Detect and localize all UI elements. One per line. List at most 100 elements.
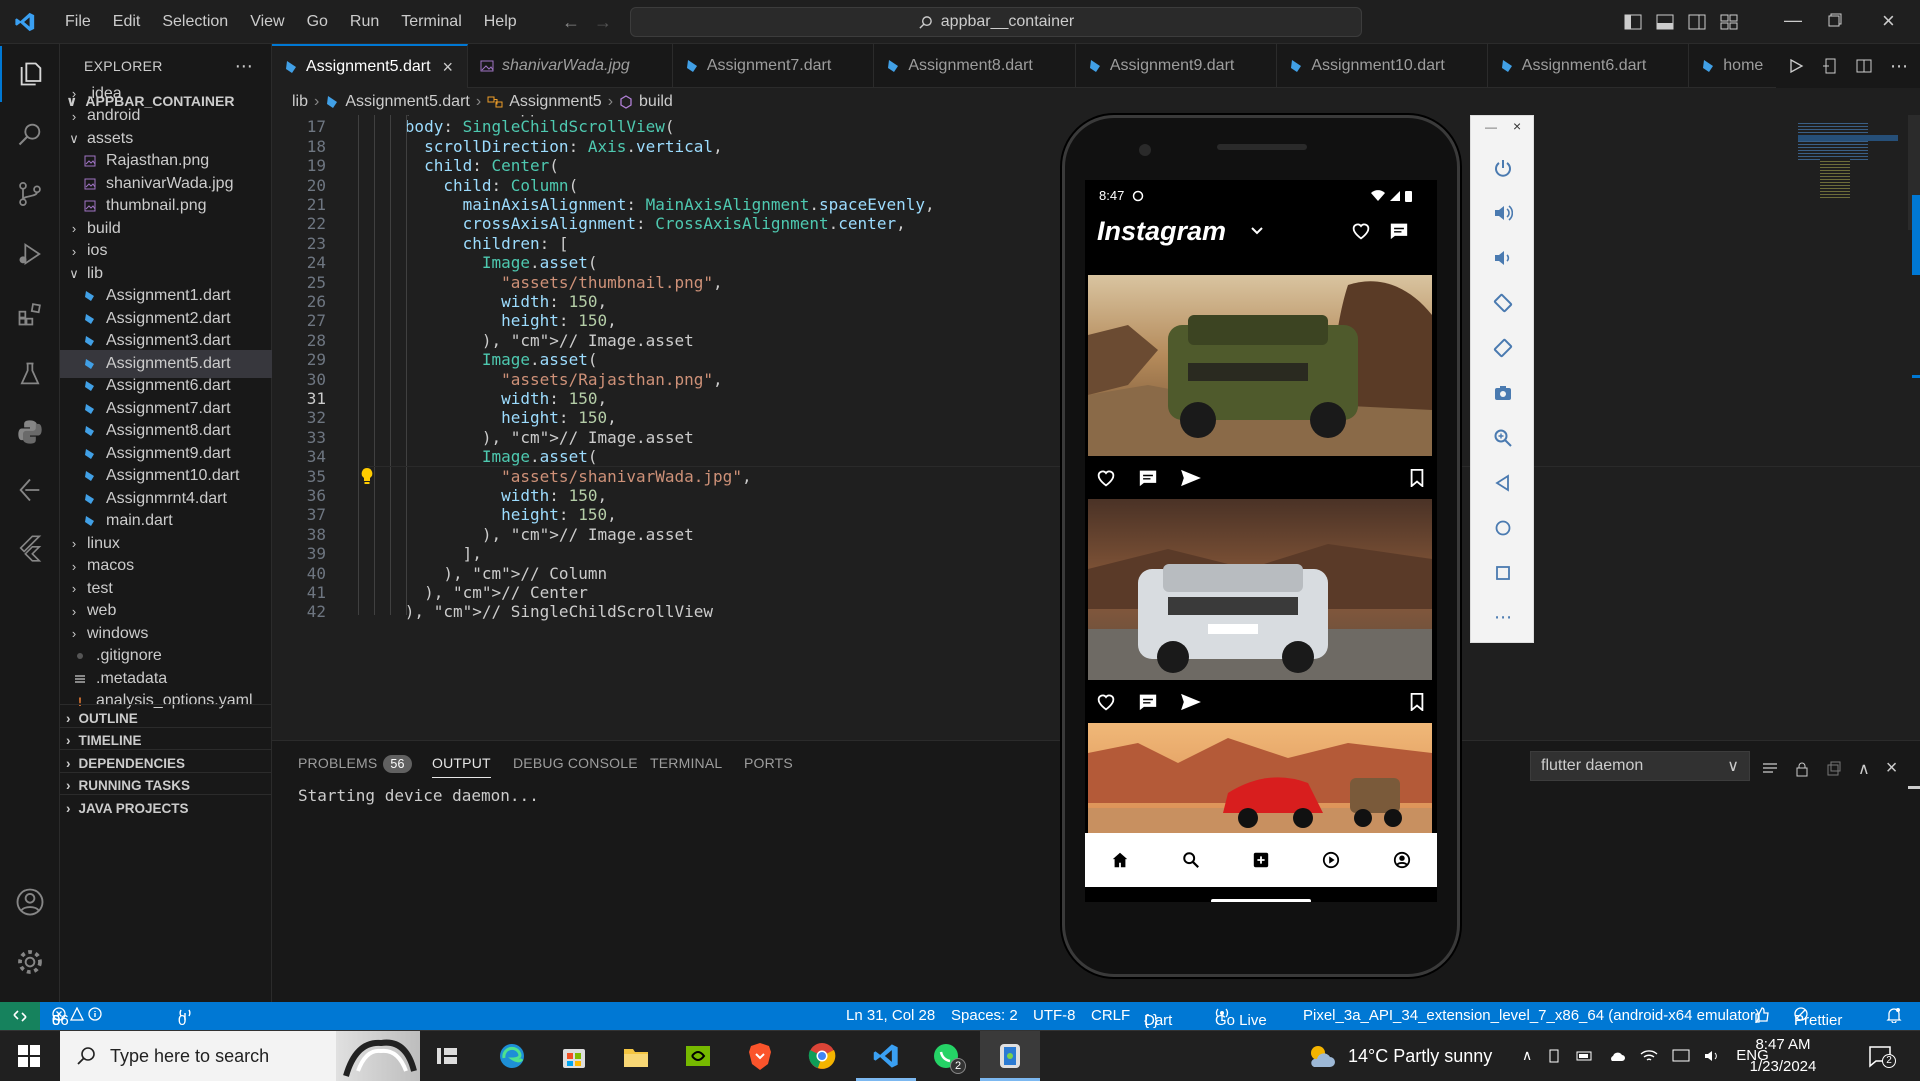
- menu-terminal[interactable]: Terminal: [390, 13, 472, 31]
- editor-tab[interactable]: Assignment7.dart: [673, 44, 875, 88]
- phone-screen[interactable]: 8:47 Instagram: [1085, 180, 1437, 902]
- breadcrumb-item-lib[interactable]: lib: [292, 93, 308, 111]
- zoom-icon[interactable]: [1471, 415, 1535, 460]
- camera-icon[interactable]: [1471, 370, 1535, 415]
- edge-browser-icon[interactable]: [498, 1042, 526, 1070]
- command-center-search[interactable]: appbar__container: [630, 7, 1362, 37]
- microsoft-store-icon[interactable]: [560, 1042, 588, 1070]
- remote-explorer-icon[interactable]: [0, 462, 60, 518]
- breadcrumb-item-file[interactable]: Assignment5.dart: [345, 93, 470, 111]
- clear-output-icon[interactable]: [1762, 761, 1778, 777]
- bookmark-icon[interactable]: [1410, 469, 1424, 487]
- code-line[interactable]: "assets/Rajasthan.png",: [347, 370, 723, 389]
- breadcrumb-item-method[interactable]: build: [639, 93, 673, 111]
- code-line[interactable]: width: 150,: [347, 389, 607, 408]
- close-window-icon[interactable]: ×: [1882, 8, 1895, 34]
- lightbulb-icon[interactable]: [360, 467, 374, 485]
- tray-chevron-up-icon[interactable]: ∧: [1522, 1047, 1532, 1064]
- profile-icon[interactable]: [1393, 851, 1411, 869]
- menu-file[interactable]: File: [54, 13, 102, 31]
- share-send-icon[interactable]: [1180, 693, 1202, 711]
- search-icon[interactable]: [1182, 851, 1200, 869]
- dropdown-arrow-icon[interactable]: [1249, 224, 1265, 238]
- section-header[interactable]: › JAVA PROJECTS: [60, 794, 272, 821]
- file-explorer-icon[interactable]: [622, 1042, 650, 1070]
- code-line[interactable]: ), "cm">// Image.asset: [347, 331, 694, 350]
- run-debug-icon[interactable]: [0, 226, 60, 282]
- tab-terminal[interactable]: TERMINAL: [650, 755, 722, 771]
- source-control-icon[interactable]: [0, 166, 60, 222]
- code-line[interactable]: ), "cm">// Center: [347, 583, 588, 602]
- code-line[interactable]: width: 150,: [347, 486, 607, 505]
- output-channel-select[interactable]: flutter daemon ∨: [1530, 751, 1750, 781]
- editor-tab[interactable]: Assignment8.dart: [874, 44, 1076, 88]
- thumbs-up-icon[interactable]: [1754, 1007, 1770, 1023]
- editor-tab[interactable]: Assignment10.dart: [1277, 44, 1488, 88]
- vscode-taskbar-button[interactable]: [856, 1031, 916, 1081]
- menu-help[interactable]: Help: [473, 13, 528, 31]
- prettier-status[interactable]: Prettier: [1794, 1007, 1842, 1029]
- chrome-browser-icon[interactable]: [808, 1042, 836, 1070]
- back-triangle-icon[interactable]: [1471, 460, 1535, 505]
- message-icon[interactable]: [1389, 222, 1409, 240]
- share-send-icon[interactable]: [1180, 469, 1202, 487]
- add-post-icon[interactable]: [1252, 851, 1270, 869]
- code-line[interactable]: child: Column(: [347, 176, 578, 195]
- problems-indicator[interactable]: 0 0 56: [52, 1007, 102, 1029]
- tray-volume-icon[interactable]: [1704, 1048, 1722, 1064]
- post-image-suv-coast[interactable]: [1088, 275, 1432, 456]
- editor-tab[interactable]: Assignment9.dart: [1076, 44, 1278, 88]
- emulator-close-icon[interactable]: ×: [1513, 118, 1521, 134]
- close-panel-icon[interactable]: ×: [1886, 757, 1898, 780]
- rotate-left-icon[interactable]: [1471, 280, 1535, 325]
- account-icon[interactable]: [0, 874, 60, 930]
- code-line[interactable]: ), "cm">// Column: [347, 564, 607, 583]
- whatsapp-icon[interactable]: 2: [932, 1042, 966, 1074]
- more-actions-icon[interactable]: ⋯: [235, 56, 253, 77]
- clock[interactable]: 8:47 AM 1/23/2024: [1738, 1034, 1828, 1078]
- tab-debug-console[interactable]: DEBUG CONSOLE: [513, 755, 638, 771]
- code-line[interactable]: scrollDirection: Axis.vertical,: [347, 137, 723, 156]
- menu-edit[interactable]: Edit: [102, 13, 152, 31]
- maximize-panel-icon[interactable]: ∧: [1858, 759, 1870, 779]
- menu-view[interactable]: View: [239, 13, 295, 31]
- code-line[interactable]: crossAxisAlignment: CrossAxisAlignment.c…: [347, 214, 906, 233]
- flutter-icon[interactable]: [0, 520, 60, 576]
- code-line[interactable]: Image.asset(: [347, 350, 598, 369]
- toggle-sidebar-icon[interactable]: [1624, 13, 1642, 31]
- ports-indicator[interactable]: 0: [178, 1007, 192, 1029]
- editor-tab[interactable]: shanivarWada.jpg: [468, 44, 673, 88]
- code-line[interactable]: Image.asset(: [347, 447, 598, 466]
- tray-wifi-icon[interactable]: [1640, 1048, 1658, 1064]
- end-of-line[interactable]: CRLF: [1091, 1007, 1130, 1024]
- nvidia-icon[interactable]: [684, 1042, 712, 1070]
- notifications-bell-icon[interactable]: [1886, 1007, 1902, 1023]
- indentation[interactable]: Spaces: 2: [951, 1007, 1018, 1024]
- extensions-icon[interactable]: [0, 286, 60, 342]
- testing-flask-icon[interactable]: [0, 346, 60, 402]
- tray-cloud-icon[interactable]: [1608, 1048, 1626, 1064]
- split-editor-icon[interactable]: [1856, 58, 1872, 74]
- encoding[interactable]: UTF-8: [1033, 1007, 1076, 1024]
- toggle-panel-icon[interactable]: [1656, 13, 1674, 31]
- toggle-secondary-sidebar-icon[interactable]: [1688, 13, 1706, 31]
- code-line[interactable]: ), "cm">// Image.asset: [347, 428, 694, 447]
- minimize-icon[interactable]: —: [1784, 10, 1802, 31]
- weather-widget[interactable]: 14°C Partly sunny: [1306, 1043, 1492, 1069]
- tab-output[interactable]: OUTPUT: [432, 755, 491, 778]
- more-options-icon[interactable]: ⋯: [1471, 595, 1535, 640]
- lock-scroll-icon[interactable]: [1794, 761, 1810, 777]
- tray-display-icon[interactable]: [1672, 1048, 1690, 1064]
- emulator-taskbar-button[interactable]: [980, 1031, 1040, 1081]
- code-line[interactable]: ],: [347, 544, 482, 563]
- flutter-device[interactable]: Pixel_3a_API_34_extension_level_7_x86_64…: [1303, 1007, 1760, 1024]
- code-line[interactable]: children: [: [347, 234, 569, 253]
- python-icon[interactable]: [0, 404, 60, 460]
- volume-up-icon[interactable]: [1471, 190, 1535, 235]
- code-line[interactable]: height: 150,: [347, 311, 617, 330]
- customize-layout-icon[interactable]: [1720, 13, 1738, 31]
- code-line[interactable]: height: 150,: [347, 505, 617, 524]
- forward-arrow-icon[interactable]: →: [594, 12, 612, 33]
- task-view-icon[interactable]: [436, 1045, 458, 1067]
- comment-icon[interactable]: [1138, 469, 1158, 487]
